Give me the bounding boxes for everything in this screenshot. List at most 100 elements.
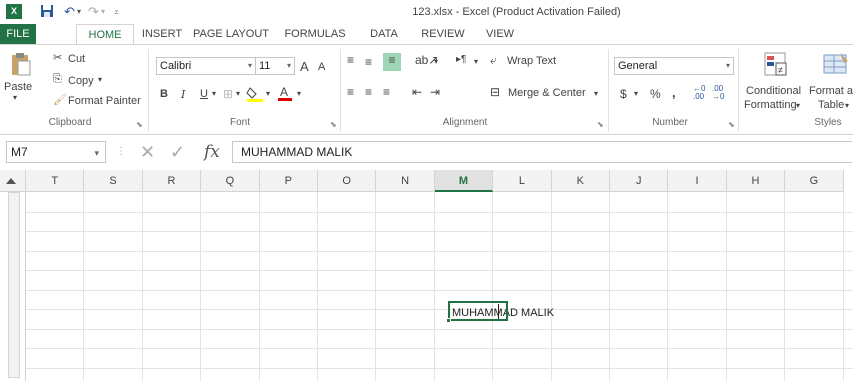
conditional-formatting-sub[interactable]: Formatting	[744, 99, 797, 111]
underline-button[interactable]: U	[200, 88, 208, 100]
font-family-select[interactable]: Calibri ▾	[156, 57, 256, 75]
fill-color-icon[interactable]	[246, 86, 264, 105]
enter-icon[interactable]: ✓	[170, 141, 185, 163]
increase-decimal-icon[interactable]: ←0.00	[693, 85, 705, 101]
font-color-dropdown-icon[interactable]: ▾	[297, 89, 301, 98]
underline-dropdown-icon[interactable]: ▾	[212, 89, 216, 98]
font-launcher-icon[interactable]: ⬊	[330, 120, 337, 129]
paste-dropdown-icon[interactable]: ▾	[13, 93, 17, 102]
increase-indent-icon[interactable]: ⇥	[430, 85, 440, 99]
decrease-indent-icon[interactable]: ⇤	[412, 85, 422, 99]
align-top-icon[interactable]: ≡	[347, 53, 354, 67]
tab-file[interactable]: FILE	[0, 24, 36, 44]
format-painter-button[interactable]: Format Painter	[68, 95, 141, 107]
tab-view[interactable]: VIEW	[484, 24, 516, 44]
align-right-icon[interactable]: ≡	[383, 85, 390, 99]
paste-icon[interactable]	[10, 51, 32, 80]
format-as-table-icon[interactable]	[822, 51, 850, 80]
conditional-formatting-button[interactable]: Conditional	[746, 85, 801, 97]
align-middle-icon[interactable]: ≡	[365, 55, 372, 69]
align-bottom-icon[interactable]: ≡	[383, 53, 401, 71]
tab-page-layout[interactable]: PAGE LAYOUT	[193, 24, 269, 44]
insert-function-icon[interactable]: fx	[204, 141, 220, 163]
copy-icon[interactable]: ⎘	[53, 73, 62, 86]
borders-icon[interactable]: ⊞	[223, 87, 233, 101]
column-header-s[interactable]: S	[84, 170, 143, 192]
column-gridline	[550, 192, 552, 381]
vertical-scrollbar-thumb[interactable]	[8, 192, 20, 378]
bold-button[interactable]: B	[160, 88, 168, 100]
cut-icon[interactable]: ✂	[53, 51, 62, 64]
chevron-down-icon: ▾	[286, 61, 291, 70]
tab-home[interactable]: HOME	[76, 24, 134, 45]
paste-button[interactable]: Paste	[4, 81, 32, 93]
comma-button[interactable]: ,	[672, 85, 676, 100]
tab-data[interactable]: DATA	[366, 24, 402, 44]
font-color-icon[interactable]: A	[277, 85, 293, 105]
column-header-n[interactable]: N	[376, 170, 435, 192]
column-header-p[interactable]: P	[259, 170, 318, 192]
column-header-h[interactable]: H	[726, 170, 786, 192]
fill-color-dropdown-icon[interactable]: ▾	[266, 89, 270, 98]
column-gridline	[842, 192, 844, 381]
tab-formulas[interactable]: FORMULAS	[284, 24, 346, 44]
cancel-icon[interactable]: ✕	[140, 141, 155, 163]
conditional-formatting-icon[interactable]: ≠	[763, 51, 789, 80]
name-box[interactable]: M7 ▾	[6, 141, 106, 163]
shrink-font-button[interactable]: A	[318, 61, 325, 73]
column-header-j[interactable]: J	[610, 170, 669, 192]
column-gridline	[667, 192, 669, 381]
column-gridline	[609, 192, 610, 381]
formula-input[interactable]: MUHAMMAD MALIK	[232, 141, 852, 163]
font-size-select[interactable]: 11 ▾	[255, 57, 295, 75]
cut-button[interactable]: Cut	[68, 53, 85, 65]
alignment-launcher-icon[interactable]: ⬊	[597, 120, 604, 129]
merge-center-icon[interactable]: ⊟	[490, 85, 500, 99]
orientation-dropdown-icon[interactable]: ▾	[434, 57, 438, 66]
column-header-t[interactable]: T	[26, 170, 85, 192]
tab-review[interactable]: REVIEW	[418, 24, 468, 44]
text-direction-icon[interactable]: ▸¶	[456, 54, 466, 65]
conditional-dropdown-icon[interactable]: ▾	[796, 101, 800, 110]
clipboard-launcher-icon[interactable]: ⬊	[136, 120, 143, 129]
format-as-table-sub[interactable]: Table	[818, 99, 844, 111]
ribbon: Paste ▾ ✂ Cut ⎘ Copy ▾ 🖌 Format Painter …	[0, 44, 853, 135]
borders-dropdown-icon[interactable]: ▾	[236, 89, 240, 98]
italic-button[interactable]: I	[181, 88, 185, 101]
align-center-icon[interactable]: ≡	[365, 85, 372, 99]
formula-bar-grip-icon[interactable]: ⋮	[116, 141, 126, 163]
text-cursor	[498, 304, 499, 319]
select-all-button[interactable]	[0, 170, 26, 192]
copy-button[interactable]: Copy	[68, 75, 94, 87]
copy-dropdown-icon[interactable]: ▾	[98, 75, 102, 84]
number-format-select[interactable]: General ▾	[614, 57, 734, 75]
column-header-q[interactable]: Q	[201, 170, 260, 192]
column-header-i[interactable]: I	[668, 170, 727, 192]
column-header-r[interactable]: R	[142, 170, 202, 192]
decrease-decimal-icon[interactable]: .00 →0	[712, 85, 724, 101]
text-direction-dropdown-icon[interactable]: ▾	[474, 57, 478, 66]
column-header-k[interactable]: K	[551, 170, 610, 192]
number-launcher-icon[interactable]: ⬊	[728, 120, 735, 129]
wrap-text-button[interactable]: Wrap Text	[507, 55, 556, 67]
column-header-l[interactable]: L	[493, 170, 552, 192]
merge-dropdown-icon[interactable]: ▾	[594, 89, 598, 98]
currency-dropdown-icon[interactable]: ▾	[634, 89, 638, 98]
merge-center-button[interactable]: Merge & Center	[508, 87, 586, 99]
tab-insert[interactable]: INSERT	[137, 24, 187, 44]
column-header-o[interactable]: O	[318, 170, 377, 192]
group-divider	[148, 49, 149, 132]
format-as-table-button[interactable]: Format a	[809, 85, 853, 97]
wrap-text-icon[interactable]: ⤶	[490, 53, 497, 68]
format-painter-icon[interactable]: 🖌	[53, 93, 67, 106]
align-left-icon[interactable]: ≡	[347, 85, 354, 99]
grow-font-button[interactable]: A	[300, 59, 309, 74]
worksheet-grid[interactable]: TSRQPONMLKJIHG MUHAMMAD MALIK	[0, 170, 853, 381]
currency-button[interactable]: $	[620, 87, 627, 101]
percent-button[interactable]: %	[650, 87, 661, 101]
svg-text:A: A	[280, 85, 288, 99]
column-header-g[interactable]: G	[785, 170, 844, 192]
column-header-m[interactable]: M	[434, 170, 494, 192]
table-dropdown-icon[interactable]: ▾	[845, 101, 849, 110]
fill-handle[interactable]	[446, 318, 451, 323]
